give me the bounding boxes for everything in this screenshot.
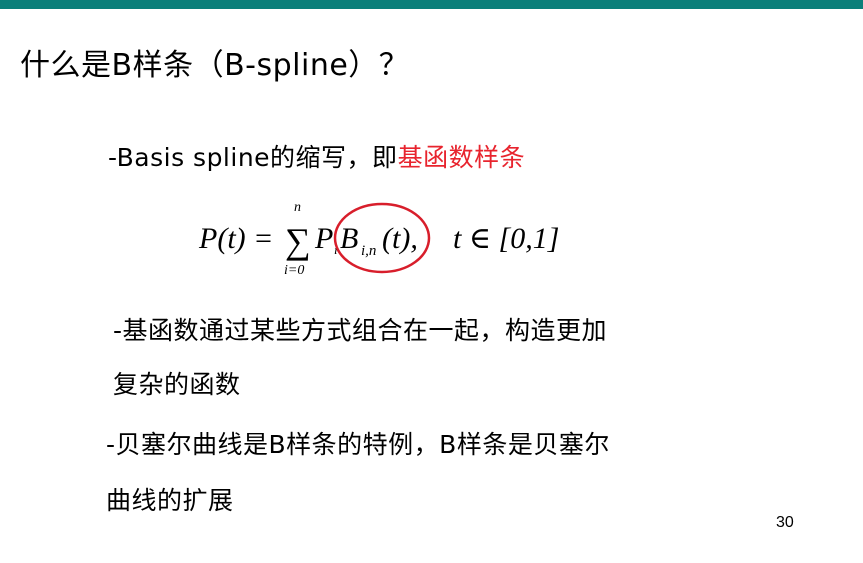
slide-title: 什么是B样条（B-spline）？ (20, 48, 410, 83)
bspline-formula: P(t) = n ∑ i=0 P i B i,n (t), t ∈ [0,1] (195, 192, 565, 284)
bullet-basis-spline-highlight: 基函数样条 (397, 143, 526, 172)
formula-basis: B (340, 222, 358, 255)
bullet-basis-spline: -Basis spline的缩写，即基函数样条 (108, 141, 525, 175)
formula-basis-sub: i,n (361, 243, 376, 259)
bullet-basis-functions-line1: -基函数通过某些方式组合在一起，构造更加 (113, 316, 608, 345)
formula-domain: t ∈ [0,1] (453, 222, 559, 255)
bullet-bezier-line2: 曲线的扩展 (106, 486, 234, 515)
header-accent-bar (0, 0, 863, 9)
bullet-basis-spline-text: -Basis spline的缩写，即 (108, 143, 398, 172)
formula-basis-arg: (t), (382, 222, 418, 255)
bullet-basis-functions-line2: 复杂的函数 (113, 370, 241, 399)
bullet-bezier-line1: -贝塞尔曲线是B样条的特例，B样条是贝塞尔 (106, 430, 610, 459)
formula-sum-upper: n (294, 200, 301, 215)
formula-lhs: P(t) = (198, 222, 273, 255)
formula-sum-lower: i=0 (284, 263, 304, 278)
bspline-formula-svg: P(t) = n ∑ i=0 P i B i,n (t), t ∈ [0,1] (198, 200, 559, 278)
page-number: 30 (776, 514, 794, 531)
formula-term-p: P (314, 222, 333, 255)
formula-sum-symbol: ∑ (285, 221, 311, 261)
